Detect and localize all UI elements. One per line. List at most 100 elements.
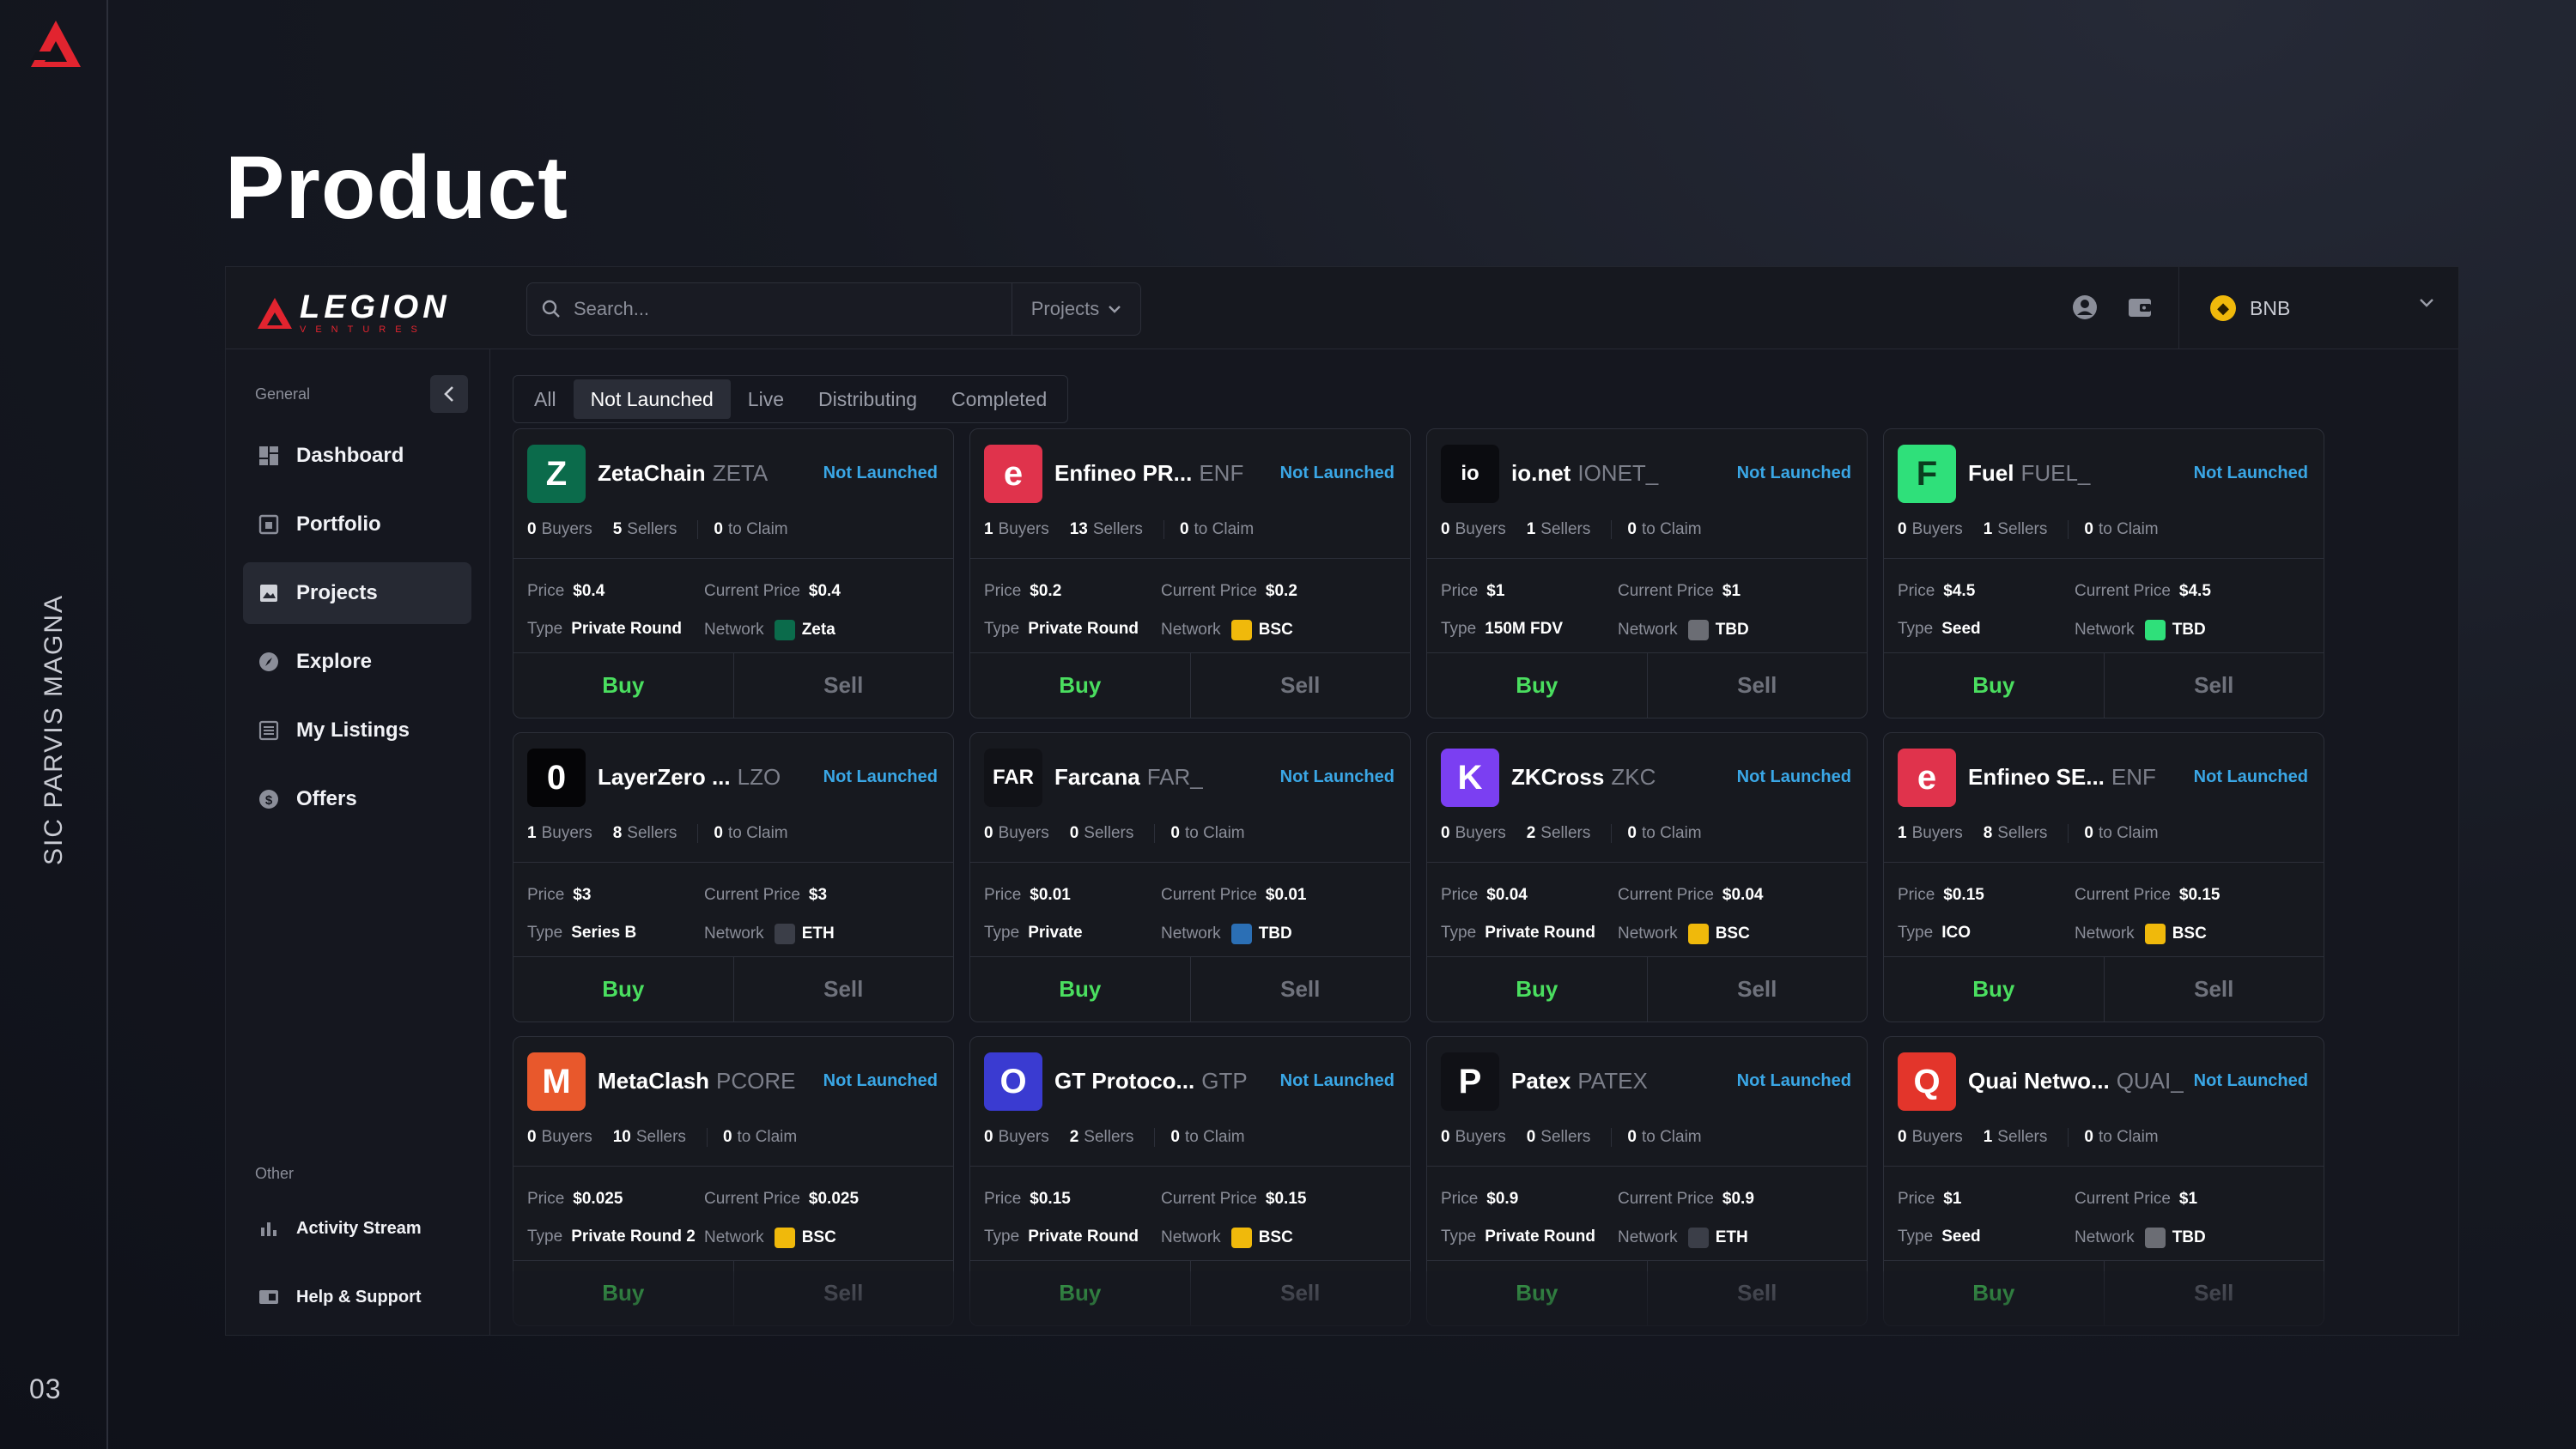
network-label: Network (1618, 621, 1678, 639)
wallet-icon[interactable] (2125, 293, 2154, 322)
project-card[interactable]: F Fuel FUEL_ Not Launched 0 Buyers 1 Seller… (1883, 428, 2324, 718)
sell-button[interactable]: Sell (1191, 653, 1411, 718)
price-row: Price $4.5 (1898, 582, 1975, 601)
sellers-stat: 5 Sellers (613, 520, 677, 539)
sell-button[interactable]: Sell (2105, 957, 2324, 1022)
to-claim-count: 0 (1170, 824, 1180, 842)
project-card[interactable]: Z ZetaChain ZETA Not Launched 0 Buyers 5 Se… (513, 428, 954, 718)
price-row: Price $0.2 (984, 582, 1061, 601)
network-icon (2144, 620, 2166, 640)
project-card[interactable]: M MetaClash PCORE Not Launched 0 Buyers 10… (513, 1036, 954, 1326)
project-card[interactable]: O GT Protoco... GTP Not Launched 0 Buyers … (969, 1036, 1411, 1326)
sell-button[interactable]: Sell (1648, 957, 1868, 1022)
user-avatar-icon[interactable] (2070, 293, 2099, 322)
project-name: ZKCross ZKC (1511, 764, 1656, 791)
project-logo-text: P (1458, 1062, 1482, 1100)
project-card[interactable]: P Patex PATEX Not Launched 0 Buyers 0 Selle… (1426, 1036, 1868, 1326)
project-ticker: ENF (2111, 764, 2156, 790)
network-row: Network BSC (1161, 1228, 1293, 1248)
sell-button[interactable]: Sell (1191, 1261, 1411, 1325)
tab-distributing[interactable]: Distributing (801, 379, 934, 419)
sell-button[interactable]: Sell (2105, 1261, 2324, 1325)
sell-button[interactable]: Sell (734, 653, 954, 718)
app-window: LEGION VENTURES Projects (225, 266, 2459, 1336)
sidebar-item-label: Activity Stream (296, 1218, 422, 1238)
buyers-stat: 0 Buyers (984, 1128, 1049, 1147)
buy-button[interactable]: Buy (513, 653, 734, 718)
buyers-label: Buyers (1455, 824, 1506, 842)
buy-button[interactable]: Buy (513, 1261, 734, 1325)
price-label: Price (1441, 582, 1479, 600)
buy-button[interactable]: Buy (1427, 653, 1648, 718)
sidebar-item-offers[interactable]: $ Offers (243, 768, 471, 830)
tab-completed[interactable]: Completed (934, 379, 1064, 419)
buy-button[interactable]: Buy (970, 1261, 1191, 1325)
search-scope-dropdown[interactable]: Projects (1012, 283, 1140, 335)
sell-button[interactable]: Sell (1648, 1261, 1868, 1325)
status-badge: Not Launched (1736, 767, 1851, 786)
price-label: Price (527, 582, 565, 600)
project-card[interactable]: K ZKCross ZKC Not Launched 0 Buyers 2 Selle… (1426, 732, 1868, 1022)
to-claim-count: 0 (2084, 1128, 2093, 1146)
project-card[interactable]: Q Quai Netwo... QUAI_ Not Launched 0 Buyer… (1883, 1036, 2324, 1326)
sell-button[interactable]: Sell (734, 1261, 954, 1325)
price-row: Price $0.025 (527, 1190, 623, 1209)
sell-button[interactable]: Sell (1648, 653, 1868, 718)
buyers-stat: 1 Buyers (984, 520, 1049, 539)
tab-not-launched[interactable]: Not Launched (573, 379, 731, 419)
project-card[interactable]: e Enfineo PR... ENF Not Launched 1 Buyers … (969, 428, 1411, 718)
projects-icon (257, 583, 281, 603)
current-price-row: Current Price $0.9 (1618, 1190, 1754, 1209)
sidebar-item-my-listings[interactable]: My Listings (243, 700, 471, 761)
sidebar-item-activity-stream[interactable]: Activity Stream (243, 1197, 471, 1259)
tab-live[interactable]: Live (731, 379, 801, 419)
card-divider (513, 558, 953, 559)
tab-all[interactable]: All (517, 379, 574, 419)
buy-button[interactable]: Buy (970, 957, 1191, 1022)
sellers-label: Sellers (1997, 824, 2048, 842)
sell-button[interactable]: Sell (734, 957, 954, 1022)
project-ticker: FUEL_ (2020, 460, 2091, 486)
slide-title: Product (225, 138, 568, 238)
project-card[interactable]: FAR Farcana FAR_ Not Launched 0 Buyers 0 Se… (969, 732, 1411, 1022)
sidebar-item-projects[interactable]: Projects (243, 562, 471, 624)
sellers-label: Sellers (627, 520, 677, 538)
buy-button[interactable]: Buy (1427, 1261, 1648, 1325)
buy-button[interactable]: Buy (513, 957, 734, 1022)
search-input[interactable] (574, 283, 1037, 335)
price-label: Price (1441, 1190, 1479, 1208)
brand-logo[interactable]: LEGION VENTURES (257, 291, 451, 335)
buy-button[interactable]: Buy (1884, 653, 2105, 718)
buyers-count: 1 (1898, 824, 1907, 842)
chain-selector[interactable]: ◆ BNB (2178, 267, 2458, 349)
sell-button[interactable]: Sell (1191, 957, 1411, 1022)
sidebar-item-explore[interactable]: Explore (243, 631, 471, 693)
sidebar-collapse-button[interactable] (430, 375, 468, 413)
price-row: Price $0.9 (1441, 1190, 1518, 1209)
current-price-value: $0.15 (2178, 886, 2221, 904)
to-claim-stat: 0 to Claim (1154, 824, 1245, 843)
project-logo-icon: FAR (984, 749, 1042, 807)
buy-button[interactable]: Buy (1427, 957, 1648, 1022)
network-icon (1230, 620, 1252, 640)
price-label: Price (984, 886, 1022, 904)
buy-button[interactable]: Buy (1884, 1261, 2105, 1325)
project-card[interactable]: io io.net IONET_ Not Launched 0 Buyers 1 Se… (1426, 428, 1868, 718)
to-claim-stat: 0 to Claim (1163, 520, 1254, 539)
project-logo-text: 0 (546, 758, 567, 797)
network-row: Network ETH (704, 924, 835, 944)
buy-button[interactable]: Buy (1884, 957, 2105, 1022)
sidebar-item-help-support[interactable]: Help & Support (243, 1266, 471, 1328)
network-icon (1230, 1228, 1252, 1248)
sell-button[interactable]: Sell (2105, 653, 2324, 718)
to-claim-label: to Claim (1194, 520, 1255, 538)
chevron-down-icon (1109, 306, 1121, 313)
sidebar-item-dashboard[interactable]: Dashboard (243, 425, 471, 487)
project-card[interactable]: e Enfineo SE... ENF Not Launched 1 Buyers … (1883, 732, 2324, 1022)
project-logo-icon: Q (1898, 1052, 1956, 1111)
dashboard-icon (257, 446, 281, 466)
sidebar-item-portfolio[interactable]: Portfolio (243, 494, 471, 555)
buy-button[interactable]: Buy (970, 653, 1191, 718)
project-card[interactable]: 0 LayerZero ... LZO Not Launched 1 Buyers … (513, 732, 954, 1022)
network-value: ETH (1715, 1228, 1748, 1246)
